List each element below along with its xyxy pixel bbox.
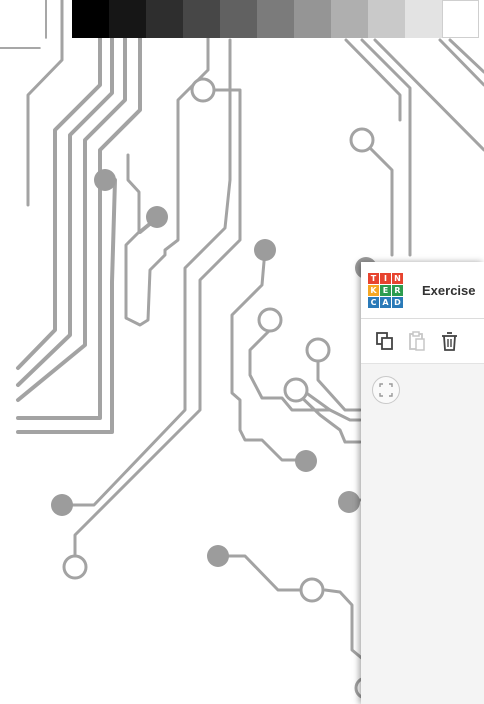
logo-letter: C [368, 296, 379, 308]
gray-swatch [331, 0, 368, 38]
edit-toolbar [361, 319, 484, 364]
logo-letter: N [392, 272, 403, 284]
editor-header: T I N K E R C A D Exercise [361, 262, 484, 319]
logo-letter: E [380, 284, 391, 296]
logo-letter: K [368, 284, 379, 296]
tinkercad-editor-window: T I N K E R C A D Exercise [361, 262, 484, 704]
copy-icon[interactable] [376, 330, 394, 352]
gray-swatch [72, 0, 109, 38]
logo-letter: T [368, 272, 379, 284]
paste-icon[interactable] [408, 330, 426, 352]
logo-letter: I [380, 272, 391, 284]
gray-swatch [109, 0, 146, 38]
trash-icon[interactable] [440, 330, 458, 352]
logo-letter: D [392, 296, 403, 308]
logo-letter: A [380, 296, 391, 308]
design-title[interactable]: Exercise [422, 283, 476, 298]
fit-view-button[interactable] [372, 376, 400, 404]
logo-letter: R [392, 284, 403, 296]
gray-swatch [146, 0, 183, 38]
gray-swatch [220, 0, 257, 38]
gray-swatch [294, 0, 331, 38]
gray-swatch [405, 0, 442, 38]
workplane-area[interactable] [361, 364, 484, 704]
grayscale-strip [72, 0, 479, 38]
gray-swatch [183, 0, 220, 38]
gray-swatch [257, 0, 294, 38]
gray-swatch [368, 0, 405, 38]
tinkercad-logo[interactable]: T I N K E R C A D [368, 272, 403, 308]
fit-view-icon [379, 383, 393, 397]
gray-swatch [442, 0, 479, 38]
